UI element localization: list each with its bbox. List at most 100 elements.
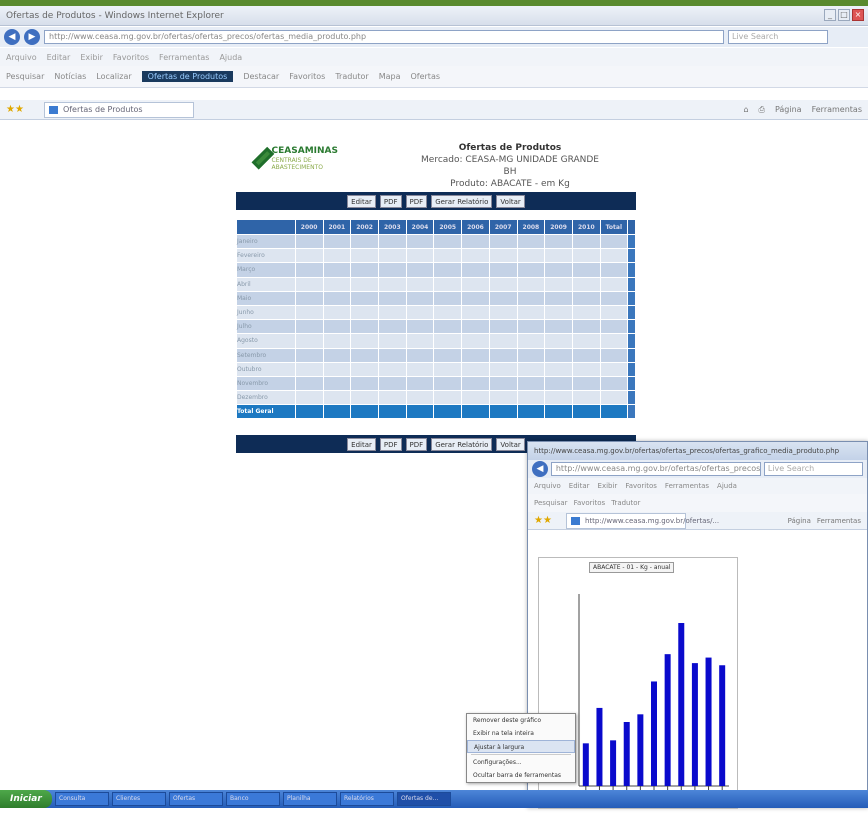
chart-link-icon[interactable]: [627, 361, 636, 377]
toolbar-item[interactable]: Localizar: [96, 72, 131, 81]
menu-item[interactable]: Ferramentas: [665, 482, 709, 490]
chart-link-icon[interactable]: [627, 290, 636, 306]
ceasaminas-logo: CEASAMINAS CENTRAIS DE ABASTECIMENTO: [251, 137, 338, 179]
minimize-icon[interactable]: _: [824, 9, 836, 21]
chart-link-icon[interactable]: [627, 233, 636, 250]
context-menu-item-selected[interactable]: Ajustar à largura: [467, 740, 575, 753]
chart-link-icon[interactable]: [627, 375, 636, 392]
menu-item[interactable]: Favoritos: [113, 53, 149, 62]
menu-item[interactable]: Editar: [569, 482, 590, 490]
table-cell: [571, 361, 601, 377]
chart-link-icon[interactable]: [627, 404, 636, 420]
toolbar-item[interactable]: Pesquisar: [6, 72, 44, 81]
chart-link-icon[interactable]: [627, 276, 636, 292]
favorites-star-icon[interactable]: ★★: [534, 515, 552, 526]
taskbar-item-active[interactable]: Ofertas de...: [397, 792, 451, 806]
start-button[interactable]: Iniciar: [0, 790, 52, 808]
context-menu-item[interactable]: Exibir na tela inteira: [467, 727, 575, 740]
table-cell: [322, 347, 352, 363]
table-cell: [350, 347, 379, 363]
table-cell: [405, 375, 435, 392]
context-menu-item[interactable]: Configurações...: [467, 756, 575, 769]
menu-item[interactable]: Ferramentas: [159, 53, 209, 62]
toolbar-item[interactable]: Favoritos: [289, 72, 325, 81]
toolbar-item[interactable]: Tradutor: [335, 72, 368, 81]
toolbar-item[interactable]: Destacar: [243, 72, 279, 81]
back-icon[interactable]: ◀: [532, 461, 548, 477]
chart-link-icon[interactable]: [627, 262, 636, 278]
menu-item[interactable]: Exibir: [598, 482, 618, 490]
toolbar-item[interactable]: Tradutor: [611, 499, 640, 507]
menu-item[interactable]: Exibir: [80, 53, 103, 62]
taskbar-item[interactable]: Banco: [226, 792, 280, 806]
table-cell: [350, 361, 379, 377]
favorites-star-icon[interactable]: ★★: [6, 104, 24, 115]
taskbar-item[interactable]: Clientes: [112, 792, 166, 806]
table-cell: [571, 333, 601, 349]
toolbar-highlight[interactable]: Ofertas de Produtos: [141, 71, 234, 82]
chart-link-icon[interactable]: [627, 333, 636, 349]
edit-button[interactable]: Editar: [347, 194, 376, 208]
taskbar-item[interactable]: Relatórios: [340, 792, 394, 806]
report-button[interactable]: Gerar Relatório: [431, 194, 493, 208]
report-button[interactable]: Gerar Relatório: [431, 437, 493, 451]
chart-link-icon[interactable]: [627, 390, 636, 406]
toolbar-item[interactable]: Favoritos: [574, 499, 606, 507]
table-cell: [350, 276, 379, 292]
tools-menu[interactable]: Ferramentas: [817, 517, 861, 525]
menu-item[interactable]: Ajuda: [219, 53, 242, 62]
taskbar-item[interactable]: Consulta: [55, 792, 109, 806]
close-icon[interactable]: ×: [852, 9, 864, 21]
taskbar-item[interactable]: Ofertas: [169, 792, 223, 806]
chart-bar: [582, 743, 589, 786]
toolbar-item[interactable]: Ofertas: [410, 72, 440, 81]
back-button[interactable]: Voltar: [496, 194, 525, 208]
total-cell: [350, 404, 379, 420]
chart-popup-window: http://www.ceasa.mg.gov.br/ofertas/ofert…: [527, 441, 868, 809]
pdf-button-2[interactable]: PDF: [405, 194, 428, 208]
popup-title-bar: http://www.ceasa.mg.gov.br/ofertas/ofert…: [528, 442, 867, 460]
table-cell: [599, 375, 629, 392]
menu-item[interactable]: Editar: [47, 53, 71, 62]
page-menu[interactable]: Página: [788, 517, 811, 525]
pdf-button[interactable]: PDF: [379, 194, 402, 208]
print-icon[interactable]: ⎙: [759, 105, 765, 115]
table-cell: [377, 319, 407, 335]
chart-link-icon[interactable]: [627, 248, 636, 264]
popup-address-input[interactable]: http://www.ceasa.mg.gov.br/ofertas/ofert…: [550, 462, 761, 476]
pdf-button-2[interactable]: PDF: [405, 437, 428, 451]
tab-ofertas[interactable]: Ofertas de Produtos: [43, 101, 194, 118]
table-cell: [350, 304, 379, 321]
search-input[interactable]: Live Search: [728, 30, 828, 44]
toolbar-item[interactable]: Pesquisar: [534, 499, 568, 507]
page-menu[interactable]: Página: [775, 105, 802, 115]
chart-bar: [705, 657, 712, 786]
chart-link-icon[interactable]: [627, 347, 636, 363]
chart-link-icon[interactable]: [627, 304, 636, 321]
maximize-icon[interactable]: □: [838, 9, 850, 21]
forward-icon[interactable]: ▶: [24, 29, 40, 45]
menu-item[interactable]: Arquivo: [534, 482, 561, 490]
taskbar-item[interactable]: Planilha: [283, 792, 337, 806]
popup-tab[interactable]: http://www.ceasa.mg.gov.br/ofertas/...: [565, 512, 719, 529]
address-input[interactable]: http://www.ceasa.mg.gov.br/ofertas/ofert…: [44, 30, 724, 44]
context-menu-item[interactable]: Ocultar barra de ferramentas: [467, 769, 575, 782]
context-menu-item[interactable]: Remover deste gráfico: [467, 714, 575, 727]
column-header: 2009: [544, 219, 573, 235]
edit-button[interactable]: Editar: [347, 437, 376, 451]
menu-item[interactable]: Arquivo: [6, 53, 37, 62]
back-button[interactable]: Voltar: [496, 437, 525, 451]
toolbar-item[interactable]: Notícias: [54, 72, 86, 81]
chart-link-icon[interactable]: [627, 319, 636, 335]
back-icon[interactable]: ◀: [4, 29, 20, 45]
menu-item[interactable]: Favoritos: [625, 482, 657, 490]
menu-item[interactable]: Ajuda: [717, 482, 737, 490]
table-cell: [461, 262, 490, 278]
table-cell: [405, 233, 435, 250]
popup-search-input[interactable]: Live Search: [763, 462, 863, 476]
home-icon[interactable]: ⌂: [743, 105, 748, 115]
pdf-button[interactable]: PDF: [379, 437, 402, 451]
tools-menu[interactable]: Ferramentas: [812, 105, 862, 115]
table-cell: [599, 390, 629, 406]
toolbar-item[interactable]: Mapa: [379, 72, 401, 81]
